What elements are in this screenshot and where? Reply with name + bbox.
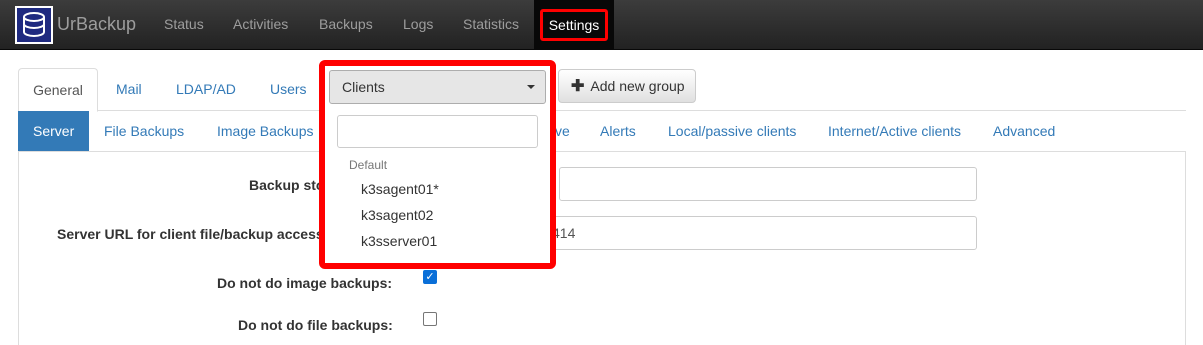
nav-logs[interactable]: Logs bbox=[403, 16, 433, 32]
subtab-alerts[interactable]: Alerts bbox=[600, 111, 636, 151]
subtab-local-passive-clients[interactable]: Local/passive clients bbox=[668, 111, 796, 151]
clients-select-button[interactable]: Clients bbox=[329, 70, 546, 104]
backup-storage-label: Backup sto bbox=[249, 177, 325, 193]
add-group-button[interactable]: ✚ Add new group bbox=[558, 69, 696, 103]
no-image-backups-label: Do not do image backups: bbox=[217, 275, 393, 291]
subtab-archive[interactable]: ve bbox=[555, 111, 570, 151]
client-option[interactable]: k3sagent01* bbox=[361, 181, 439, 197]
urbackup-logo-icon[interactable] bbox=[15, 6, 53, 44]
server-settings-panel: Backup sto Server URL for client file/ba… bbox=[18, 151, 1186, 345]
nav-settings-label[interactable]: Settings bbox=[539, 9, 609, 41]
nav-activities[interactable]: Activities bbox=[233, 16, 288, 32]
subtab-advanced[interactable]: Advanced bbox=[993, 111, 1055, 151]
no-file-backups-checkbox[interactable] bbox=[423, 312, 437, 326]
nav-backups[interactable]: Backups bbox=[319, 16, 373, 32]
nav-statistics[interactable]: Statistics bbox=[463, 16, 519, 32]
top-navbar: UrBackup Status Activities Backups Logs … bbox=[0, 0, 1203, 50]
tab-ldap[interactable]: LDAP/AD bbox=[176, 68, 236, 111]
plus-icon: ✚ bbox=[571, 78, 585, 95]
subtab-internet-active-clients[interactable]: Internet/Active clients bbox=[828, 111, 961, 151]
no-file-backups-label: Do not do file backups: bbox=[238, 317, 393, 333]
clients-search-input[interactable] bbox=[337, 115, 538, 148]
add-group-label: Add new group bbox=[590, 78, 685, 94]
backup-storage-input[interactable] bbox=[559, 167, 977, 201]
nav-status[interactable]: Status bbox=[164, 16, 204, 32]
client-option[interactable]: k3sserver01 bbox=[361, 233, 437, 249]
subtab-server[interactable]: Server bbox=[18, 111, 90, 151]
client-option[interactable]: k3sagent02 bbox=[361, 207, 433, 223]
no-image-backups-checkbox[interactable]: ✓ bbox=[423, 270, 437, 284]
group-header-default: Default bbox=[349, 158, 388, 172]
clients-select-label: Clients bbox=[342, 79, 385, 95]
tab-mail[interactable]: Mail bbox=[116, 68, 142, 111]
brand-name[interactable]: UrBackup bbox=[57, 14, 136, 35]
nav-settings[interactable]: Settings bbox=[534, 0, 614, 50]
caret-down-icon bbox=[527, 85, 535, 89]
server-url-label: Server URL for client file/backup access bbox=[57, 226, 324, 242]
clients-dropdown: Clients Default k3sagent01* k3sagent02 k… bbox=[319, 60, 556, 269]
subtab-file-backups[interactable]: File Backups bbox=[104, 111, 184, 151]
tab-general[interactable]: General bbox=[18, 68, 98, 112]
subtab-image-backups[interactable]: Image Backups bbox=[217, 111, 314, 151]
server-url-input[interactable]: 414 bbox=[539, 216, 977, 250]
tab-users[interactable]: Users bbox=[270, 68, 307, 111]
settings-subtabbar: Server File Backups Image Backups ve Ale… bbox=[18, 111, 1186, 151]
